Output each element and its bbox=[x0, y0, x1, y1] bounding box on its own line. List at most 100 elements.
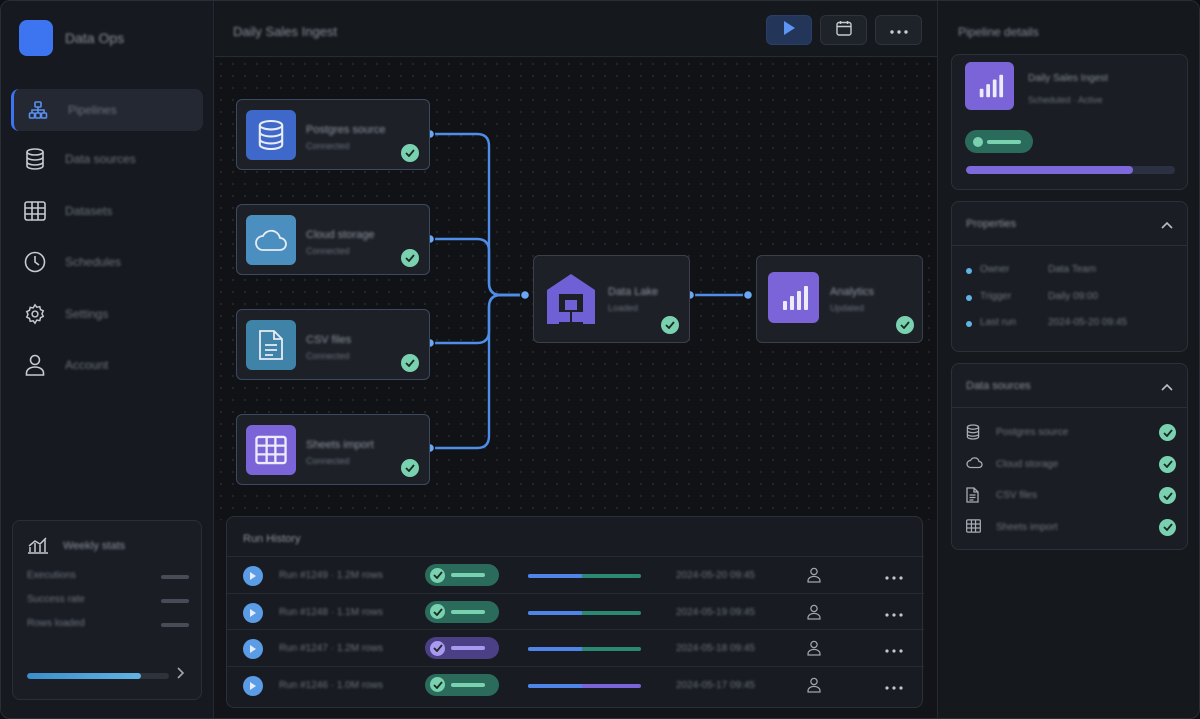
node-analytics-output[interactable]: Analytics Updated bbox=[756, 255, 923, 343]
pipeline-canvas[interactable]: Postgres source Connected Cloud storage … bbox=[215, 58, 937, 520]
check-icon bbox=[1159, 518, 1176, 536]
run-progress-bar bbox=[528, 683, 641, 688]
table-row[interactable]: Run #1246 · 1.0M rows 2024-05-17 09:45 bbox=[227, 665, 924, 702]
table-row[interactable]: Run #1248 · 1.1M rows 2024-05-19 09:45 bbox=[227, 592, 924, 629]
more-icon bbox=[889, 21, 908, 39]
check-icon bbox=[1159, 455, 1176, 473]
check-icon bbox=[401, 459, 419, 477]
summary-progress-bar bbox=[966, 166, 1175, 174]
source-list-item[interactable]: Cloud storage bbox=[966, 455, 1176, 474]
source-list-item[interactable]: CSV files bbox=[966, 487, 1176, 505]
node-title: Analytics bbox=[830, 286, 875, 298]
sidebar-item-settings[interactable]: Settings bbox=[11, 293, 203, 335]
sources-card: Data sources Postgres source Cloud storag… bbox=[951, 363, 1188, 550]
more-options-button[interactable] bbox=[875, 15, 922, 45]
chevron-right-icon[interactable] bbox=[175, 666, 185, 685]
property-row: Trigger Daily 09:00 bbox=[966, 291, 1176, 305]
node-status: Updated bbox=[830, 303, 865, 313]
progress-fill bbox=[528, 647, 583, 651]
document-icon bbox=[966, 487, 979, 508]
run-name: Run #1246 · 1.0M rows bbox=[279, 679, 383, 691]
more-icon[interactable] bbox=[885, 677, 903, 693]
run-button[interactable] bbox=[766, 15, 812, 45]
check-icon bbox=[430, 640, 445, 656]
sidebar-item-schedules[interactable]: Schedules bbox=[11, 241, 203, 283]
play-icon[interactable] bbox=[243, 639, 263, 659]
user-icon bbox=[807, 677, 821, 698]
app-logo[interactable] bbox=[19, 20, 53, 56]
run-date: 2024-05-19 09:45 bbox=[676, 606, 755, 618]
play-icon[interactable] bbox=[243, 675, 263, 696]
run-history-title: Run History bbox=[243, 533, 301, 545]
run-date: 2024-05-20 09:45 bbox=[676, 570, 755, 581]
node-source-csv[interactable]: CSV files Connected bbox=[236, 309, 430, 380]
check-icon bbox=[1159, 487, 1176, 504]
property-value: Data Team bbox=[1048, 264, 1097, 275]
sidebar-item-label: Datasets bbox=[65, 204, 113, 218]
topbar: Daily Sales Ingest bbox=[215, 1, 937, 57]
stat-row: Executions bbox=[27, 570, 189, 584]
property-value: 2024-05-20 09:45 bbox=[1048, 317, 1127, 328]
status-badge bbox=[425, 600, 499, 623]
source-list-item[interactable]: Sheets import bbox=[966, 518, 1176, 537]
clock-icon bbox=[23, 250, 47, 274]
user-icon bbox=[807, 640, 821, 661]
chevron-up-icon[interactable] bbox=[1161, 216, 1173, 234]
bullet-icon bbox=[966, 294, 972, 301]
node-source-cloud[interactable]: Cloud storage Connected bbox=[236, 204, 430, 275]
node-source-postgres[interactable]: Postgres source Connected bbox=[236, 99, 430, 170]
properties-title: Properties bbox=[966, 218, 1017, 230]
chevron-up-icon[interactable] bbox=[1161, 378, 1173, 396]
wire bbox=[430, 293, 525, 450]
sidebar-item-account[interactable]: Account bbox=[11, 344, 203, 386]
wire bbox=[430, 237, 525, 297]
more-icon[interactable] bbox=[885, 567, 903, 583]
stat-row: Rows loaded bbox=[27, 618, 189, 632]
table-row[interactable]: Run #1247 · 1.2M rows 2024-05-18 09:45 bbox=[227, 629, 924, 665]
table-icon bbox=[246, 425, 296, 475]
pipeline-title: Daily Sales Ingest bbox=[233, 24, 338, 39]
play-icon[interactable] bbox=[243, 602, 263, 623]
progress-fill bbox=[528, 610, 583, 615]
play-icon bbox=[782, 20, 796, 41]
table-row[interactable]: Run #1249 · 1.2M rows 2024-05-20 09:45 bbox=[227, 556, 924, 592]
node-status: Connected bbox=[306, 246, 350, 256]
check-icon bbox=[430, 677, 445, 692]
sidebar-item-pipelines[interactable]: Pipelines bbox=[11, 89, 203, 131]
run-name: Run #1247 · 1.2M rows bbox=[279, 643, 383, 654]
run-date: 2024-05-17 09:45 bbox=[676, 679, 755, 691]
port[interactable] bbox=[742, 289, 754, 301]
status-label bbox=[451, 646, 485, 650]
chart-icon bbox=[965, 62, 1014, 110]
stat-label: Executions bbox=[27, 570, 76, 581]
node-data-warehouse[interactable]: Data Lake Loaded bbox=[533, 255, 690, 343]
sidebar-item-label: Data sources bbox=[65, 152, 136, 166]
app-window: Data Ops Pipelines Data sources Datasets… bbox=[0, 0, 1200, 719]
sidebar-item-data-sources[interactable]: Data sources bbox=[11, 138, 203, 180]
sidebar: Data Ops Pipelines Data sources Datasets… bbox=[1, 1, 214, 718]
node-source-sheets[interactable]: Sheets import Connected bbox=[236, 414, 430, 485]
stat-row: Success rate bbox=[27, 594, 189, 608]
status-label bbox=[987, 139, 1021, 144]
sidebar-item-datasets[interactable]: Datasets bbox=[11, 190, 203, 232]
node-title: Postgres source bbox=[306, 124, 386, 136]
more-icon[interactable] bbox=[885, 604, 903, 620]
run-progress-bar bbox=[528, 647, 641, 651]
check-icon bbox=[430, 567, 445, 583]
check-icon bbox=[401, 249, 419, 267]
more-icon[interactable] bbox=[885, 640, 903, 656]
status-label bbox=[451, 609, 485, 614]
play-icon[interactable] bbox=[243, 566, 263, 586]
property-key: Trigger bbox=[980, 290, 1012, 302]
status-badge bbox=[965, 130, 1033, 153]
source-list-item[interactable]: Postgres source bbox=[966, 424, 1176, 442]
node-status: Connected bbox=[306, 456, 350, 466]
schedule-button[interactable] bbox=[820, 15, 867, 45]
stats-progress-bar bbox=[27, 673, 169, 679]
stat-label: Rows loaded bbox=[27, 618, 85, 629]
node-status: Connected bbox=[306, 351, 350, 361]
wire bbox=[430, 132, 525, 297]
port[interactable] bbox=[519, 289, 531, 301]
weekly-stats-card: Weekly stats Executions Success rate Row… bbox=[12, 520, 202, 700]
pipeline-icon bbox=[26, 98, 50, 122]
